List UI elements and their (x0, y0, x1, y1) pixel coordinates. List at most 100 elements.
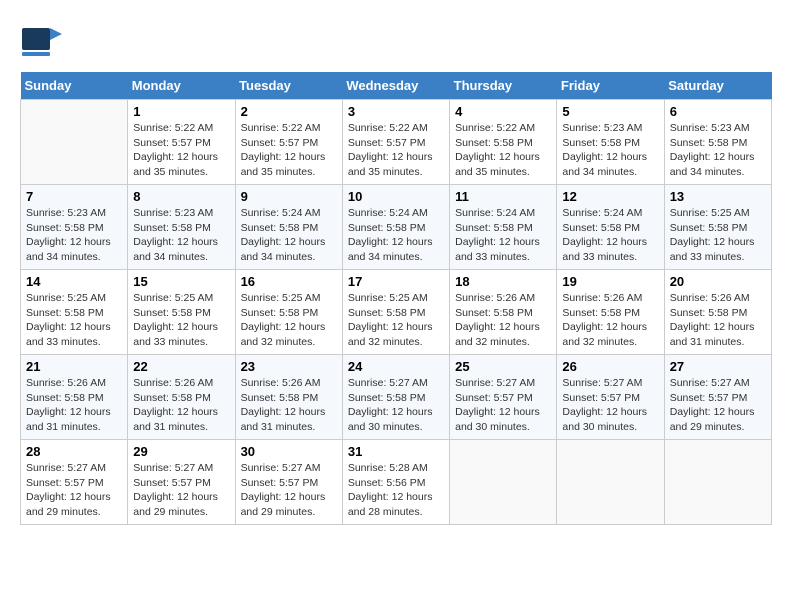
calendar-cell: 15 Sunrise: 5:25 AM Sunset: 5:58 PM Dayli… (128, 270, 235, 355)
day-number: 22 (133, 359, 229, 374)
day-info: Sunrise: 5:22 AM Sunset: 5:57 PM Dayligh… (133, 121, 229, 180)
calendar-cell: 16Sunrise: 5:25 AM Sunset: 5:58 PM Dayli… (235, 270, 342, 355)
day-number: 21 (26, 359, 122, 374)
day-info: Sunrise: 5:24 AM Sunset: 5:58 PM Dayligh… (348, 206, 444, 265)
day-info: Sunrise: 5:23 AM Sunset: 5:58 PM Dayligh… (133, 206, 229, 265)
calendar-cell: 5 Sunrise: 5:23 AM Sunset: 5:58 PM Daylig… (557, 100, 664, 185)
day-info: Sunrise: 5:25 AM Sunset: 5:58 PM Dayligh… (133, 291, 229, 350)
day-info: Sunrise: 5:23 AM Sunset: 5:58 PM Dayligh… (670, 121, 766, 180)
day-info: Sunrise: 5:24 AM Sunset: 5:58 PM Dayligh… (562, 206, 658, 265)
calendar-week-row: 28 Sunrise: 5:27 AM Sunset: 5:57 PM Dayli… (21, 440, 772, 525)
header-day-monday: Monday (128, 72, 235, 100)
calendar-cell (450, 440, 557, 525)
day-number: 7 (26, 189, 122, 204)
header (20, 20, 772, 62)
day-number: 9 (241, 189, 337, 204)
day-info: Sunrise: 5:27 AM Sunset: 5:57 PM Dayligh… (670, 376, 766, 435)
day-number: 4 (455, 104, 551, 119)
header-day-tuesday: Tuesday (235, 72, 342, 100)
day-number: 28 (26, 444, 122, 459)
calendar-cell: 9 Sunrise: 5:24 AM Sunset: 5:58 PM Daylig… (235, 185, 342, 270)
calendar-cell: 27 Sunrise: 5:27 AM Sunset: 5:57 PM Dayli… (664, 355, 771, 440)
day-info: Sunrise: 5:22 AM Sunset: 5:57 PM Dayligh… (348, 121, 444, 180)
calendar-cell: 24 Sunrise: 5:27 AM Sunset: 5:58 PM Dayli… (342, 355, 449, 440)
calendar-cell: 17 Sunrise: 5:25 AM Sunset: 5:58 PM Dayli… (342, 270, 449, 355)
day-number: 20 (670, 274, 766, 289)
calendar-cell: 21 Sunrise: 5:26 AM Sunset: 5:58 PM Dayli… (21, 355, 128, 440)
day-info: Sunrise: 5:24 AM Sunset: 5:58 PM Dayligh… (241, 206, 337, 265)
day-number: 31 (348, 444, 444, 459)
calendar-cell (664, 440, 771, 525)
day-number: 11 (455, 189, 551, 204)
calendar-cell: 22Sunrise: 5:26 AM Sunset: 5:58 PM Dayli… (128, 355, 235, 440)
calendar-cell: 31 Sunrise: 5:28 AM Sunset: 5:56 PM Dayli… (342, 440, 449, 525)
day-number: 14 (26, 274, 122, 289)
calendar-cell: 3 Sunrise: 5:22 AM Sunset: 5:57 PM Daylig… (342, 100, 449, 185)
day-info: Sunrise: 5:27 AM Sunset: 5:57 PM Dayligh… (562, 376, 658, 435)
day-number: 27 (670, 359, 766, 374)
calendar-cell: 6Sunrise: 5:23 AM Sunset: 5:58 PM Daylig… (664, 100, 771, 185)
calendar-week-row: 7 Sunrise: 5:23 AM Sunset: 5:58 PM Daylig… (21, 185, 772, 270)
day-info: Sunrise: 5:27 AM Sunset: 5:57 PM Dayligh… (133, 461, 229, 520)
day-info: Sunrise: 5:25 AM Sunset: 5:58 PM Dayligh… (348, 291, 444, 350)
calendar-table: SundayMondayTuesdayWednesdayThursdayFrid… (20, 72, 772, 525)
calendar-cell: 8 Sunrise: 5:23 AM Sunset: 5:58 PM Daylig… (128, 185, 235, 270)
day-number: 19 (562, 274, 658, 289)
day-info: Sunrise: 5:26 AM Sunset: 5:58 PM Dayligh… (455, 291, 551, 350)
day-info: Sunrise: 5:26 AM Sunset: 5:58 PM Dayligh… (562, 291, 658, 350)
calendar-cell: 12 Sunrise: 5:24 AM Sunset: 5:58 PM Dayli… (557, 185, 664, 270)
day-info: Sunrise: 5:28 AM Sunset: 5:56 PM Dayligh… (348, 461, 444, 520)
header-day-friday: Friday (557, 72, 664, 100)
day-number: 5 (562, 104, 658, 119)
day-number: 3 (348, 104, 444, 119)
day-number: 10 (348, 189, 444, 204)
calendar-cell (557, 440, 664, 525)
day-number: 15 (133, 274, 229, 289)
header-day-sunday: Sunday (21, 72, 128, 100)
day-number: 29 (133, 444, 229, 459)
day-number: 17 (348, 274, 444, 289)
header-day-wednesday: Wednesday (342, 72, 449, 100)
calendar-cell: 1 Sunrise: 5:22 AM Sunset: 5:57 PM Daylig… (128, 100, 235, 185)
day-info: Sunrise: 5:26 AM Sunset: 5:58 PM Dayligh… (26, 376, 122, 435)
day-info: Sunrise: 5:27 AM Sunset: 5:57 PM Dayligh… (455, 376, 551, 435)
calendar-week-row: 21 Sunrise: 5:26 AM Sunset: 5:58 PM Dayli… (21, 355, 772, 440)
day-number: 30 (241, 444, 337, 459)
day-info: Sunrise: 5:27 AM Sunset: 5:57 PM Dayligh… (241, 461, 337, 520)
day-number: 1 (133, 104, 229, 119)
day-number: 24 (348, 359, 444, 374)
header-day-saturday: Saturday (664, 72, 771, 100)
calendar-week-row: 1 Sunrise: 5:22 AM Sunset: 5:57 PM Daylig… (21, 100, 772, 185)
calendar-cell: 23Sunrise: 5:26 AM Sunset: 5:58 PM Dayli… (235, 355, 342, 440)
day-info: Sunrise: 5:27 AM Sunset: 5:58 PM Dayligh… (348, 376, 444, 435)
calendar-cell: 11 Sunrise: 5:24 AM Sunset: 5:58 PM Dayli… (450, 185, 557, 270)
logo-icon (20, 20, 62, 62)
day-info: Sunrise: 5:25 AM Sunset: 5:58 PM Dayligh… (670, 206, 766, 265)
day-info: Sunrise: 5:24 AM Sunset: 5:58 PM Dayligh… (455, 206, 551, 265)
calendar-cell: 20Sunrise: 5:26 AM Sunset: 5:58 PM Dayli… (664, 270, 771, 355)
day-number: 26 (562, 359, 658, 374)
day-number: 23 (241, 359, 337, 374)
calendar-cell: 19 Sunrise: 5:26 AM Sunset: 5:58 PM Dayli… (557, 270, 664, 355)
calendar-cell (21, 100, 128, 185)
day-number: 12 (562, 189, 658, 204)
calendar-cell: 10 Sunrise: 5:24 AM Sunset: 5:58 PM Dayli… (342, 185, 449, 270)
calendar-cell: 29 Sunrise: 5:27 AM Sunset: 5:57 PM Dayli… (128, 440, 235, 525)
day-info: Sunrise: 5:23 AM Sunset: 5:58 PM Dayligh… (562, 121, 658, 180)
calendar-cell: 13 Sunrise: 5:25 AM Sunset: 5:58 PM Dayli… (664, 185, 771, 270)
calendar-cell: 26 Sunrise: 5:27 AM Sunset: 5:57 PM Dayli… (557, 355, 664, 440)
day-number: 25 (455, 359, 551, 374)
day-info: Sunrise: 5:22 AM Sunset: 5:58 PM Dayligh… (455, 121, 551, 180)
calendar-cell: 25 Sunrise: 5:27 AM Sunset: 5:57 PM Dayli… (450, 355, 557, 440)
day-number: 2 (241, 104, 337, 119)
header-day-thursday: Thursday (450, 72, 557, 100)
calendar-cell: 7 Sunrise: 5:23 AM Sunset: 5:58 PM Daylig… (21, 185, 128, 270)
day-number: 8 (133, 189, 229, 204)
day-info: Sunrise: 5:25 AM Sunset: 5:58 PM Dayligh… (26, 291, 122, 350)
day-info: Sunrise: 5:23 AM Sunset: 5:58 PM Dayligh… (26, 206, 122, 265)
day-number: 13 (670, 189, 766, 204)
calendar-cell: 14 Sunrise: 5:25 AM Sunset: 5:58 PM Dayli… (21, 270, 128, 355)
day-info: Sunrise: 5:25 AM Sunset: 5:58 PM Dayligh… (241, 291, 337, 350)
calendar-cell: 2 Sunrise: 5:22 AM Sunset: 5:57 PM Daylig… (235, 100, 342, 185)
day-info: Sunrise: 5:22 AM Sunset: 5:57 PM Dayligh… (241, 121, 337, 180)
